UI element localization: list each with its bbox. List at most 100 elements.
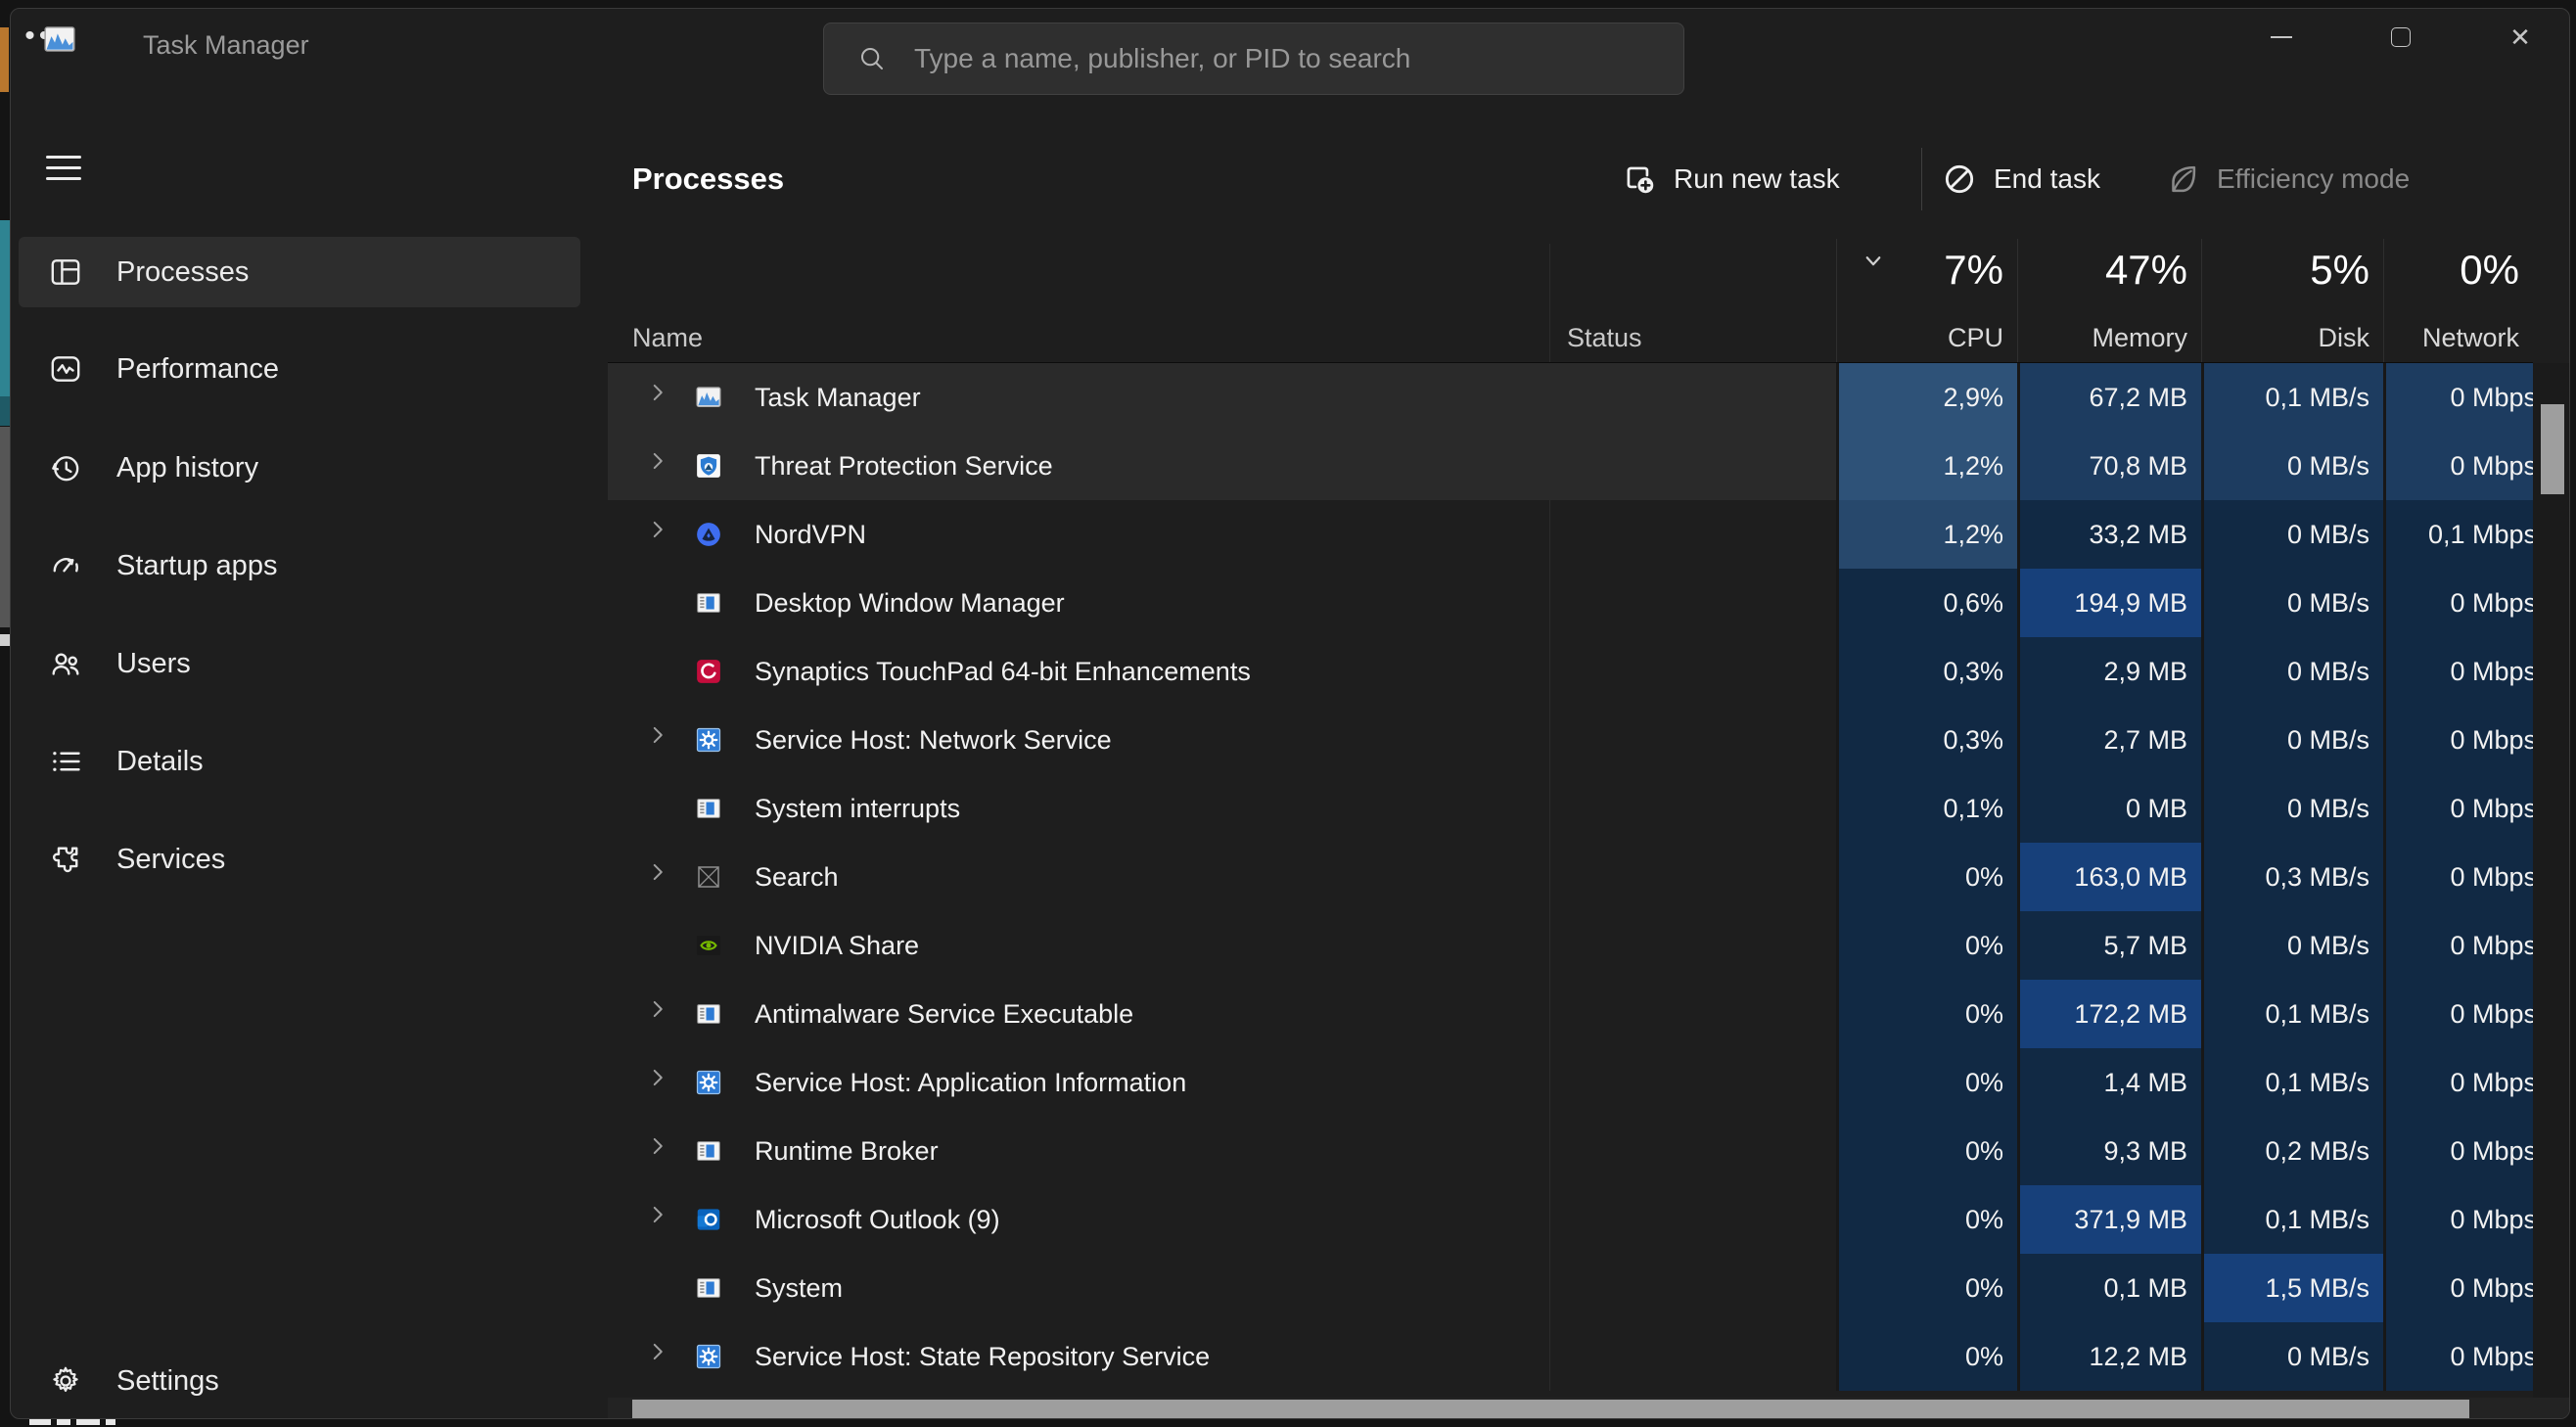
sidebar-item-users[interactable]: Users	[19, 628, 580, 699]
run-new-task-button[interactable]: Run new task	[1621, 152, 1840, 207]
sidebar-item-app-history[interactable]: App history	[19, 433, 580, 503]
sidebar-item-performance[interactable]: Performance	[19, 334, 580, 404]
expand-chevron-icon[interactable]	[645, 448, 670, 474]
table-row[interactable]: NVIDIA Share 0% 5,7 MB 0 MB/s 0 Mbps	[608, 911, 2533, 980]
sidebar-item-details[interactable]: Details	[19, 726, 580, 797]
status-cell	[1549, 774, 1836, 843]
process-name: NVIDIA Share	[755, 931, 919, 961]
column-header-memory[interactable]: 47% Memory	[2017, 239, 2201, 363]
table-row[interactable]: Service Host: Network Service 0,3% 2,7 M…	[608, 706, 2533, 774]
process-name-cell[interactable]: Synaptics TouchPad 64-bit Enhancements	[608, 637, 1549, 706]
expand-chevron-icon[interactable]	[645, 1133, 670, 1159]
search-box[interactable]	[823, 23, 1684, 95]
cpu-cell: 0,3%	[1836, 706, 2017, 774]
network-cell: 0,1 Mbps	[2383, 500, 2533, 569]
status-cell	[1549, 1048, 1836, 1117]
sidebar-item-settings[interactable]: Settings	[19, 1346, 580, 1416]
memory-cell: 5,7 MB	[2017, 911, 2201, 980]
disk-cell: 0,1 MB/s	[2201, 980, 2383, 1048]
column-header-status[interactable]: Status	[1567, 323, 1642, 353]
desktop-fragment	[0, 396, 10, 426]
memory-cell: 371,9 MB	[2017, 1185, 2201, 1254]
table-row[interactable]: System 0% 0,1 MB 1,5 MB/s 0 Mbps	[608, 1254, 2533, 1322]
process-name-cell[interactable]: NordVPN	[608, 500, 1549, 569]
disk-cell: 0,1 MB/s	[2201, 1185, 2383, 1254]
process-name-cell[interactable]: Desktop Window Manager	[608, 569, 1549, 637]
process-name-cell[interactable]: Microsoft Outlook (9)	[608, 1185, 1549, 1254]
column-header-cpu[interactable]: 7% CPU	[1836, 239, 2017, 363]
efficiency-mode-leaf-icon	[2164, 161, 2201, 198]
sidebar-item-label: Performance	[116, 353, 279, 386]
vertical-scrollbar-thumb[interactable]	[2541, 404, 2564, 494]
memory-cell: 67,2 MB	[2017, 363, 2201, 432]
close-button[interactable]: ✕	[2487, 9, 2553, 66]
table-row[interactable]: Runtime Broker 0% 9,3 MB 0,2 MB/s 0 Mbps	[608, 1117, 2533, 1185]
sidebar-item-processes[interactable]: Processes	[19, 237, 580, 307]
page-title: Processes	[632, 161, 784, 197]
horizontal-scrollbar-thumb[interactable]	[632, 1400, 2469, 1418]
expand-chevron-icon[interactable]	[645, 1065, 670, 1090]
table-row[interactable]: Microsoft Outlook (9) 0% 371,9 MB 0,1 MB…	[608, 1185, 2533, 1254]
expand-chevron-icon[interactable]	[645, 380, 670, 405]
process-icon	[694, 1273, 723, 1303]
expand-chevron-icon[interactable]	[645, 1339, 670, 1364]
process-name-cell[interactable]: Service Host: State Repository Service	[608, 1322, 1549, 1391]
table-row[interactable]: Task Manager 2,9% 67,2 MB 0,1 MB/s 0 Mbp…	[608, 363, 2533, 432]
expand-chevron-icon[interactable]	[645, 996, 670, 1022]
process-rows: Task Manager 2,9% 67,2 MB 0,1 MB/s 0 Mbp…	[608, 363, 2533, 1391]
vertical-scrollbar-track[interactable]	[2533, 363, 2570, 1398]
column-header-network[interactable]: 0% Network	[2383, 239, 2533, 363]
disk-cell: 0 MB/s	[2201, 432, 2383, 500]
table-row[interactable]: System interrupts 0,1% 0 MB 0 MB/s 0 Mbp…	[608, 774, 2533, 843]
table-row[interactable]: Threat Protection Service 1,2% 70,8 MB 0…	[608, 432, 2533, 500]
expand-chevron-icon[interactable]	[645, 1202, 670, 1227]
sidebar-item-startup-apps[interactable]: Startup apps	[19, 530, 580, 601]
table-row[interactable]: Service Host: Application Information 0%…	[608, 1048, 2533, 1117]
sidebar-item-services[interactable]: Services	[19, 824, 580, 895]
sidebar-item-label: Settings	[116, 1365, 219, 1398]
process-icon	[694, 794, 723, 823]
table-row[interactable]: Antimalware Service Executable 0% 172,2 …	[608, 980, 2533, 1048]
sidebar-item-label: Users	[116, 648, 191, 680]
process-name: System	[755, 1273, 843, 1304]
expand-chevron-icon[interactable]	[645, 859, 670, 885]
toolbar-separator	[1921, 148, 1922, 210]
table-header: Name Status 7% CPU 47% Memory 5% Disk 0%…	[608, 239, 2533, 363]
process-name-cell[interactable]: Service Host: Network Service	[608, 706, 1549, 774]
task-manager-app-icon	[40, 23, 79, 56]
process-name-cell[interactable]: Search	[608, 843, 1549, 911]
process-name-cell[interactable]: NVIDIA Share	[608, 911, 1549, 980]
process-name-cell[interactable]: Task Manager	[608, 363, 1549, 432]
column-header-name[interactable]: Name	[632, 323, 703, 353]
column-header-disk[interactable]: 5% Disk	[2201, 239, 2383, 363]
expand-chevron-icon[interactable]	[645, 722, 670, 748]
table-row[interactable]: Service Host: State Repository Service 0…	[608, 1322, 2533, 1391]
end-task-label: End task	[1994, 163, 2100, 195]
cpu-cell: 1,2%	[1836, 500, 2017, 569]
end-task-button[interactable]: End task	[1941, 152, 2100, 207]
memory-cell: 2,9 MB	[2017, 637, 2201, 706]
process-name-cell[interactable]: Service Host: Application Information	[608, 1048, 1549, 1117]
process-name-cell[interactable]: Runtime Broker	[608, 1117, 1549, 1185]
efficiency-mode-button[interactable]: Efficiency mode	[2164, 152, 2410, 207]
maximize-button[interactable]	[2368, 9, 2434, 66]
process-name-cell[interactable]: System	[608, 1254, 1549, 1322]
disk-cell: 0 MB/s	[2201, 911, 2383, 980]
titlebar[interactable]: Task Manager ✕	[11, 9, 2569, 107]
table-row[interactable]: Desktop Window Manager 0,6% 194,9 MB 0 M…	[608, 569, 2533, 637]
search-input[interactable]	[914, 43, 1664, 74]
network-cell: 0 Mbps	[2383, 1322, 2533, 1391]
expand-chevron-icon[interactable]	[645, 517, 670, 542]
table-row[interactable]: NordVPN 1,2% 33,2 MB 0 MB/s 0,1 Mbps	[608, 500, 2533, 569]
memory-cell: 33,2 MB	[2017, 500, 2201, 569]
details-icon	[48, 744, 83, 779]
process-name-cell[interactable]: Antimalware Service Executable	[608, 980, 1549, 1048]
table-row[interactable]: Search 0% 163,0 MB 0,3 MB/s 0 Mbps	[608, 843, 2533, 911]
minimize-button[interactable]	[2248, 9, 2315, 66]
cpu-cell: 0%	[1836, 1322, 2017, 1391]
table-row[interactable]: Synaptics TouchPad 64-bit Enhancements 0…	[608, 637, 2533, 706]
cpu-cell: 0,3%	[1836, 637, 2017, 706]
cpu-cell: 1,2%	[1836, 432, 2017, 500]
process-name-cell[interactable]: System interrupts	[608, 774, 1549, 843]
process-name-cell[interactable]: Threat Protection Service	[608, 432, 1549, 500]
